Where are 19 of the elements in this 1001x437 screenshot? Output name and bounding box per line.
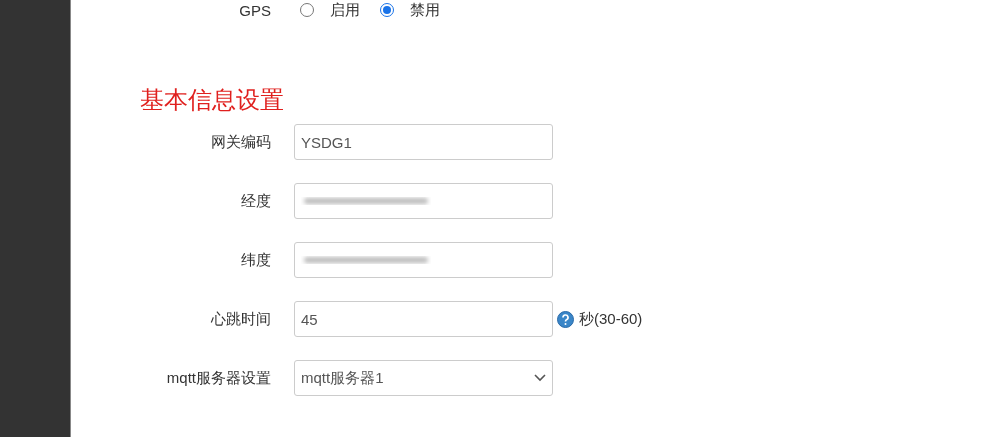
field-label: 经度 [240,191,271,211]
radio-button[interactable] [300,3,314,17]
section-title: 基本信息设置 [140,86,285,114]
input-field[interactable]: 45 [294,301,553,337]
radio-button[interactable] [380,3,394,17]
field-label: mqtt服务器设置 [165,368,271,388]
field-label: GPS [238,1,271,19]
input-field[interactable] [294,183,553,219]
radio-label[interactable]: 启用 [330,0,360,20]
hint-text: 秒(30-60) [579,309,643,329]
chevron-down-icon [534,374,546,382]
radio-label[interactable]: 禁用 [410,0,440,20]
input-field[interactable]: YSDG1 [294,124,553,160]
field-label: 纬度 [240,250,271,270]
field-label: 心跳时间 [210,309,271,329]
field-label: 网关编码 [210,132,271,152]
help-icon[interactable] [557,310,574,328]
select-field[interactable]: mqtt服务器1 [294,360,553,396]
input-field[interactable] [294,242,553,278]
